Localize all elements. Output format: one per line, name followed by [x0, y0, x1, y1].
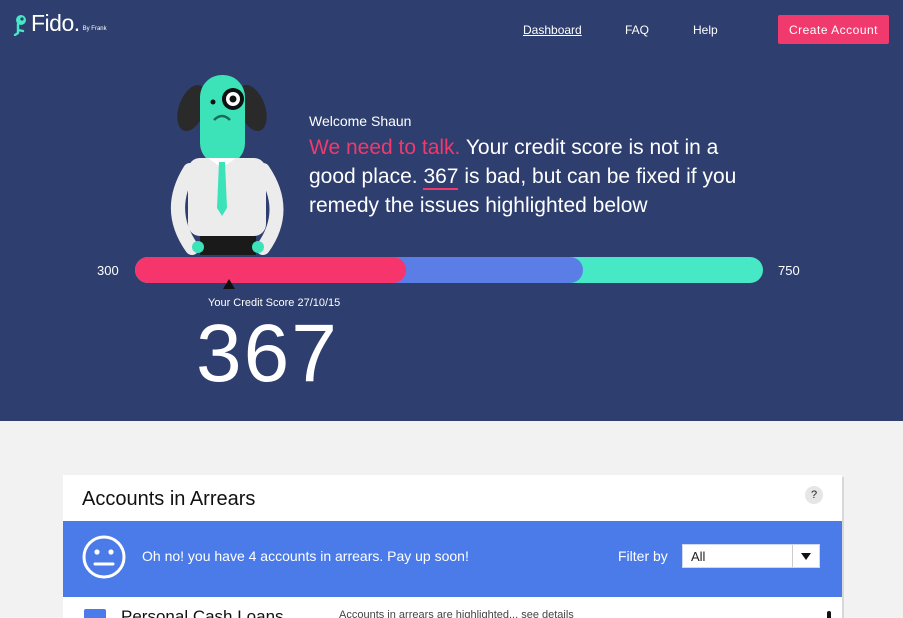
banner-text: Oh no! you have 4 accounts in arrears. P… [142, 548, 469, 564]
alert-text: We need to talk. [309, 136, 461, 159]
row-title: Personal Cash Loans [121, 607, 284, 618]
logo-dot: . [73, 10, 80, 36]
create-account-button[interactable]: Create Account [778, 15, 889, 44]
dog-mascot [171, 75, 284, 255]
welcome-text: Welcome Shaun [309, 113, 412, 129]
filter-value: All [691, 549, 706, 564]
arrears-card: Accounts in Arrears ? Oh no! you have 4 … [63, 475, 842, 618]
score-min-label: 300 [97, 263, 119, 278]
filter-label: Filter by [618, 548, 668, 564]
hero-section: Fido . By Frank Dashboard FAQ Help Creat… [0, 0, 903, 421]
filter-dropdown-button[interactable] [792, 545, 819, 567]
row-description: Accounts in arrears are highlighted... s… [339, 609, 574, 618]
credit-message: We need to talk. Your credit score is no… [309, 133, 769, 220]
chevron-down-icon [801, 553, 811, 560]
nav-dashboard-link[interactable]: Dashboard [523, 23, 582, 37]
score-max-label: 750 [778, 263, 800, 278]
card-title: Accounts in Arrears [82, 488, 256, 510]
logo-by-text: By Frank [82, 26, 107, 32]
help-button[interactable]: ? [805, 486, 823, 504]
logo[interactable]: Fido . By Frank [12, 10, 107, 36]
scroll-handle[interactable] [827, 611, 831, 618]
score-marker-icon [222, 279, 235, 289]
fido-logo-icon [13, 15, 26, 36]
filter-select[interactable]: All [682, 544, 820, 568]
credit-score-value: 367 [196, 308, 339, 399]
arrears-banner: Oh no! you have 4 accounts in arrears. P… [63, 521, 842, 597]
score-band-bad [135, 257, 406, 283]
loan-icon [84, 609, 106, 618]
nav-faq-link[interactable]: FAQ [625, 23, 649, 37]
inline-score: 367 [423, 165, 459, 190]
nav-help-link[interactable]: Help [693, 23, 718, 37]
logo-text: Fido [31, 10, 74, 36]
sad-face-icon [82, 535, 126, 579]
list-item[interactable]: Personal Cash Loans Accounts in arrears … [63, 603, 842, 618]
